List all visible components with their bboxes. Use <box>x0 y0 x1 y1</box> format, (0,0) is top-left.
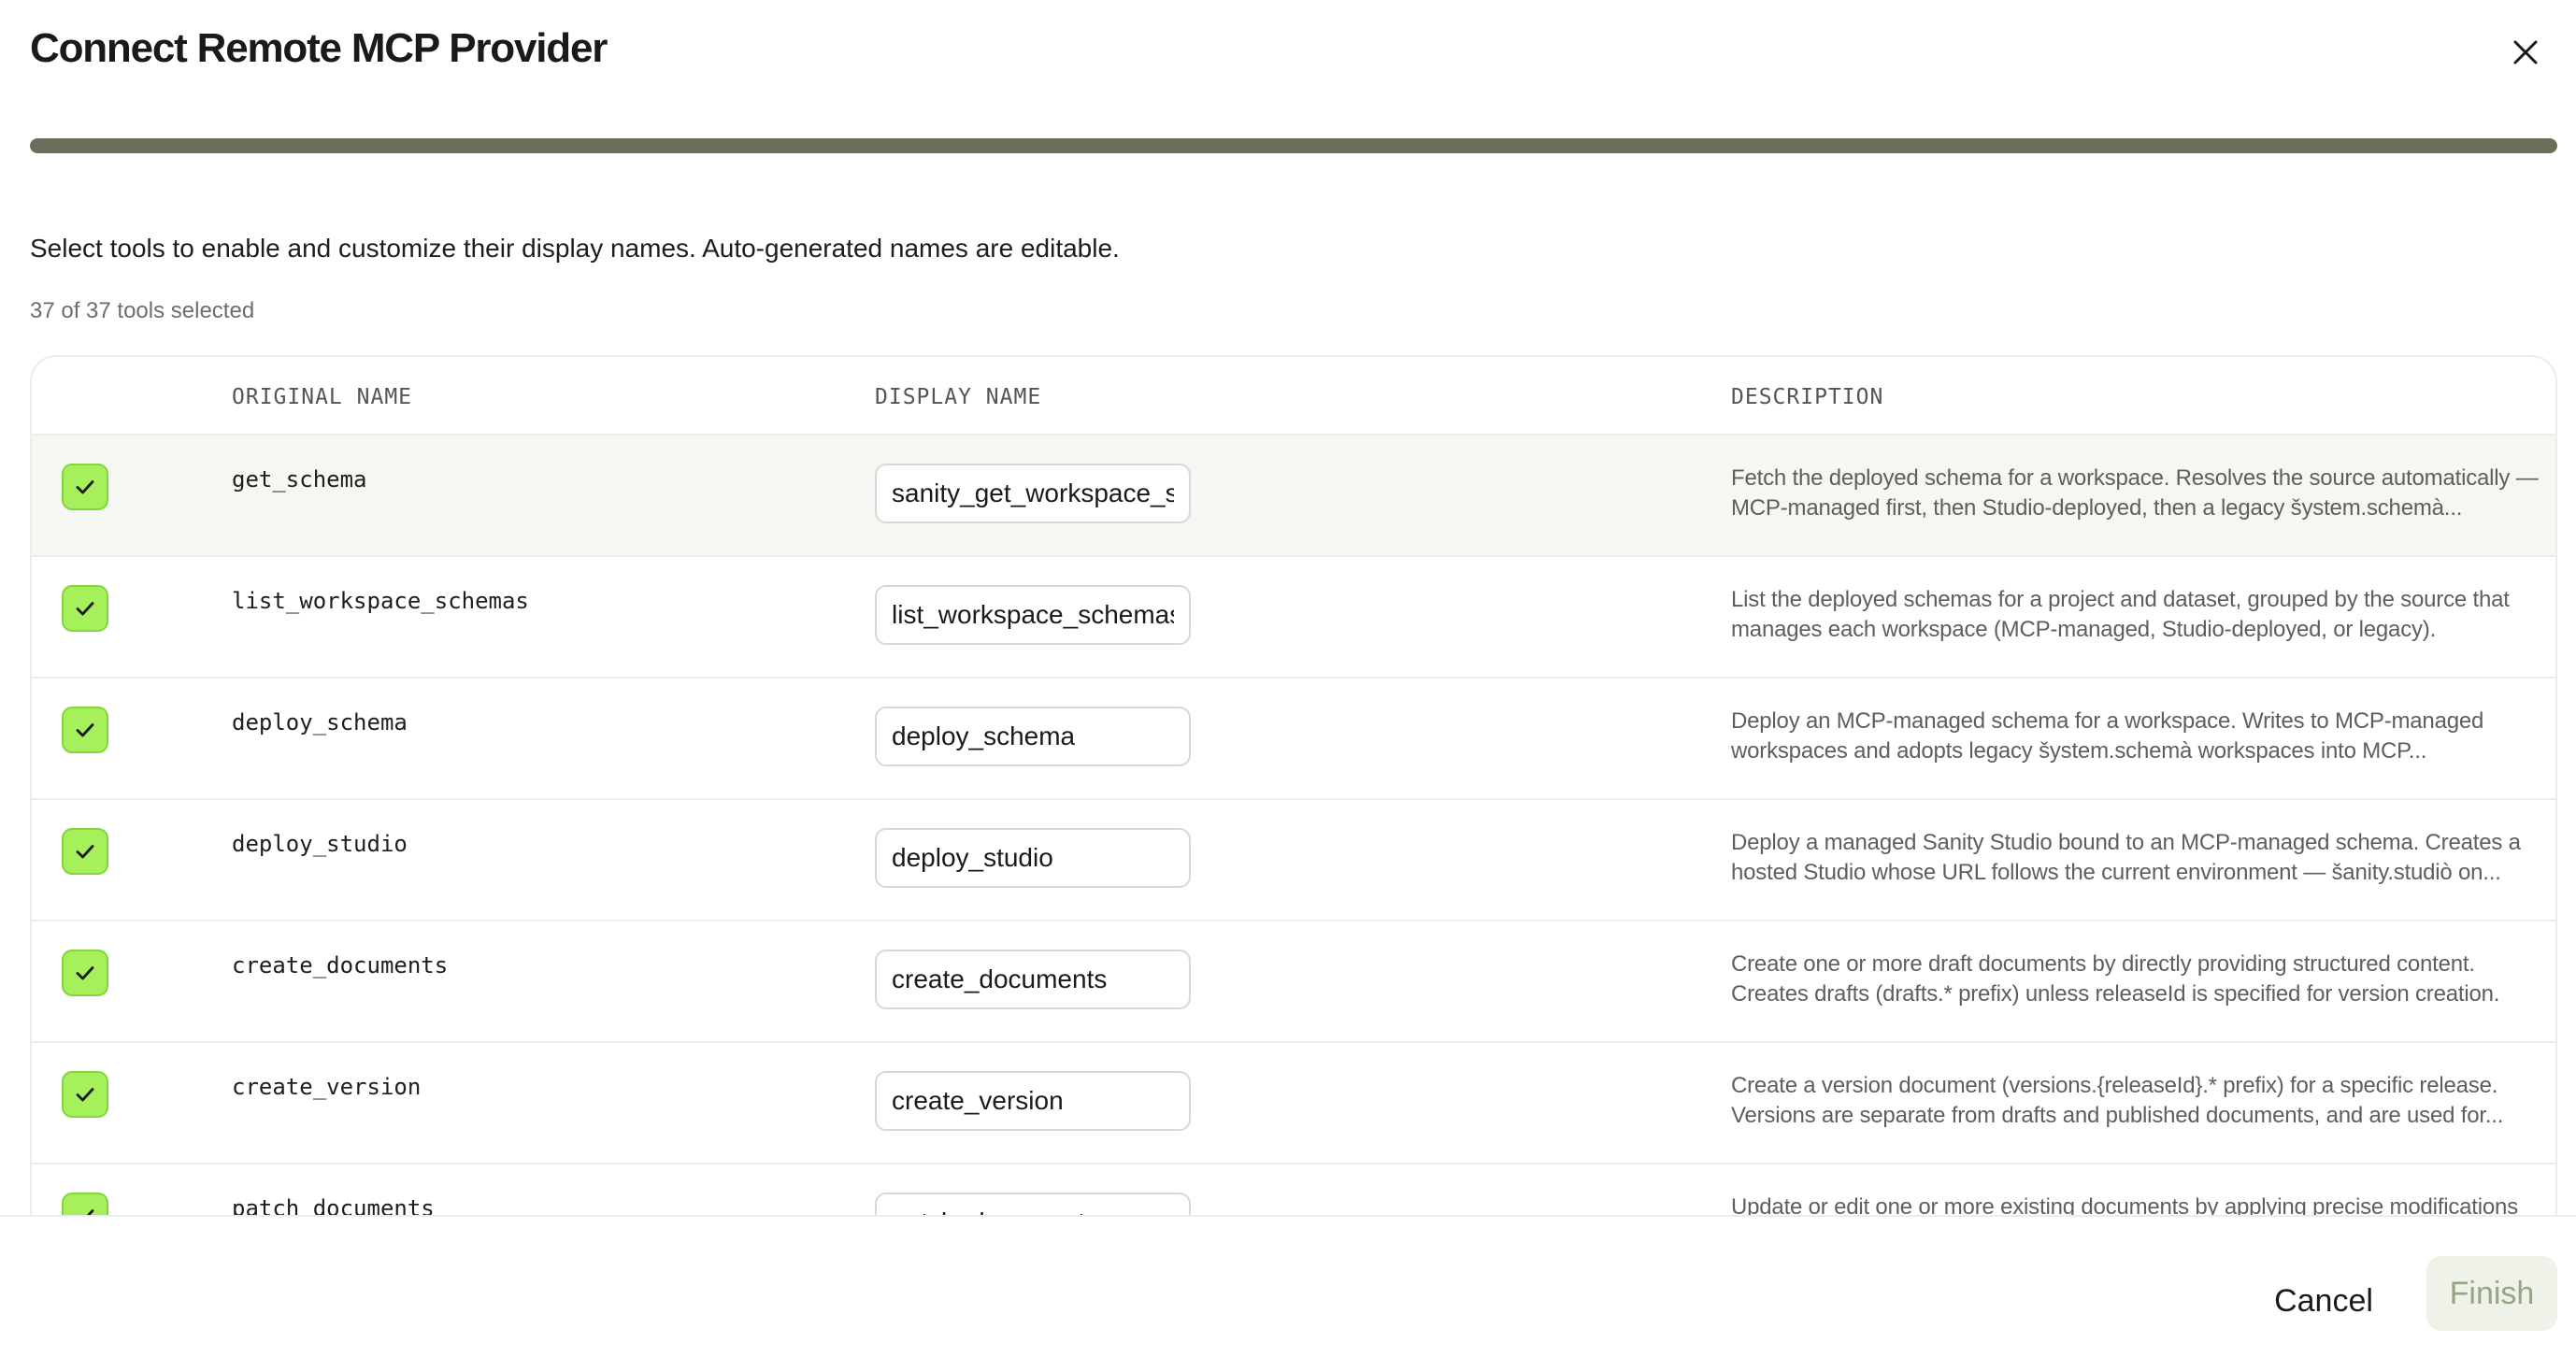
tool-checkbox[interactable] <box>62 1071 108 1118</box>
tool-description: List the deployed schemas for a project … <box>1731 587 2510 642</box>
check-icon <box>76 480 94 494</box>
display-name-input[interactable] <box>875 585 1191 645</box>
table-row: deploy_studio Deploy a managed Sanity St… <box>32 800 2555 921</box>
table-row: deploy_schema Deploy an MCP-managed sche… <box>32 678 2555 800</box>
display-name-input[interactable] <box>875 950 1191 1009</box>
tool-checkbox[interactable] <box>62 707 108 753</box>
original-name: create_version <box>232 1074 422 1100</box>
check-icon <box>86 1209 94 1215</box>
display-name-input[interactable] <box>875 707 1191 766</box>
tool-checkbox[interactable] <box>62 828 108 875</box>
tool-description: Deploy an MCP-managed schema for a works… <box>1731 708 2484 764</box>
tool-checkbox[interactable] <box>62 585 108 632</box>
check-icon <box>76 845 94 859</box>
table-header: ORIGINAL NAME DISPLAY NAME DESCRIPTION <box>32 357 2555 436</box>
original-name: deploy_schema <box>232 709 408 736</box>
check-icon <box>76 723 94 737</box>
tools-table: ORIGINAL NAME DISPLAY NAME DESCRIPTION g… <box>30 355 2557 1215</box>
original-name: get_schema <box>232 466 367 493</box>
display-name-input[interactable] <box>875 1193 1191 1215</box>
table-row: create_documents Create one or more draf… <box>32 921 2555 1043</box>
check-icon <box>76 602 94 616</box>
dialog-header: Connect Remote MCP Provider <box>30 17 2546 82</box>
selected-count: 37 of 37 tools selected <box>30 298 255 323</box>
table-row: get_schema Fetch the deployed schema for… <box>32 436 2555 557</box>
close-button[interactable] <box>2499 26 2552 79</box>
column-header-original-name: ORIGINAL NAME <box>232 385 413 409</box>
tool-checkbox[interactable] <box>62 464 108 510</box>
progress-bar-fill <box>30 138 2557 153</box>
display-name-input[interactable] <box>875 1071 1191 1131</box>
progress-bar <box>30 138 2557 153</box>
tool-checkbox[interactable] <box>62 950 108 996</box>
tool-description: Fetch the deployed schema for a workspac… <box>1731 465 2539 521</box>
original-name: create_documents <box>232 952 449 978</box>
original-name: list_workspace_schemas <box>232 588 529 614</box>
check-icon <box>76 1088 94 1102</box>
table-row: list_workspace_schemas List the deployed… <box>32 557 2555 678</box>
original-name: deploy_studio <box>232 831 408 857</box>
column-header-display-name: DISPLAY NAME <box>875 385 1042 409</box>
dialog-title: Connect Remote MCP Provider <box>30 25 608 71</box>
finish-button[interactable]: Finish <box>2426 1256 2557 1331</box>
original-name: patch_documents <box>232 1195 435 1215</box>
tool-description: Create one or more draft documents by di… <box>1731 951 2500 1007</box>
display-name-input[interactable] <box>875 464 1191 523</box>
dialog-footer: Cancel Finish <box>0 1215 2576 1357</box>
column-header-description: DESCRIPTION <box>1731 385 1884 409</box>
close-icon <box>2513 40 2538 64</box>
check-icon <box>76 966 94 980</box>
tool-description: Update or edit one or more existing docu… <box>1731 1194 2518 1215</box>
table-row: create_version Create a version document… <box>32 1043 2555 1164</box>
tool-description: Create a version document (versions.{rel… <box>1731 1073 2504 1128</box>
instructions-text: Select tools to enable and customize the… <box>30 234 1120 263</box>
table-row: patch_documents Update or edit one or mo… <box>32 1164 2555 1215</box>
display-name-input[interactable] <box>875 828 1191 888</box>
tool-checkbox[interactable] <box>62 1193 108 1215</box>
cancel-button[interactable]: Cancel <box>2247 1265 2400 1336</box>
tool-description: Deploy a managed Sanity Studio bound to … <box>1731 830 2521 885</box>
